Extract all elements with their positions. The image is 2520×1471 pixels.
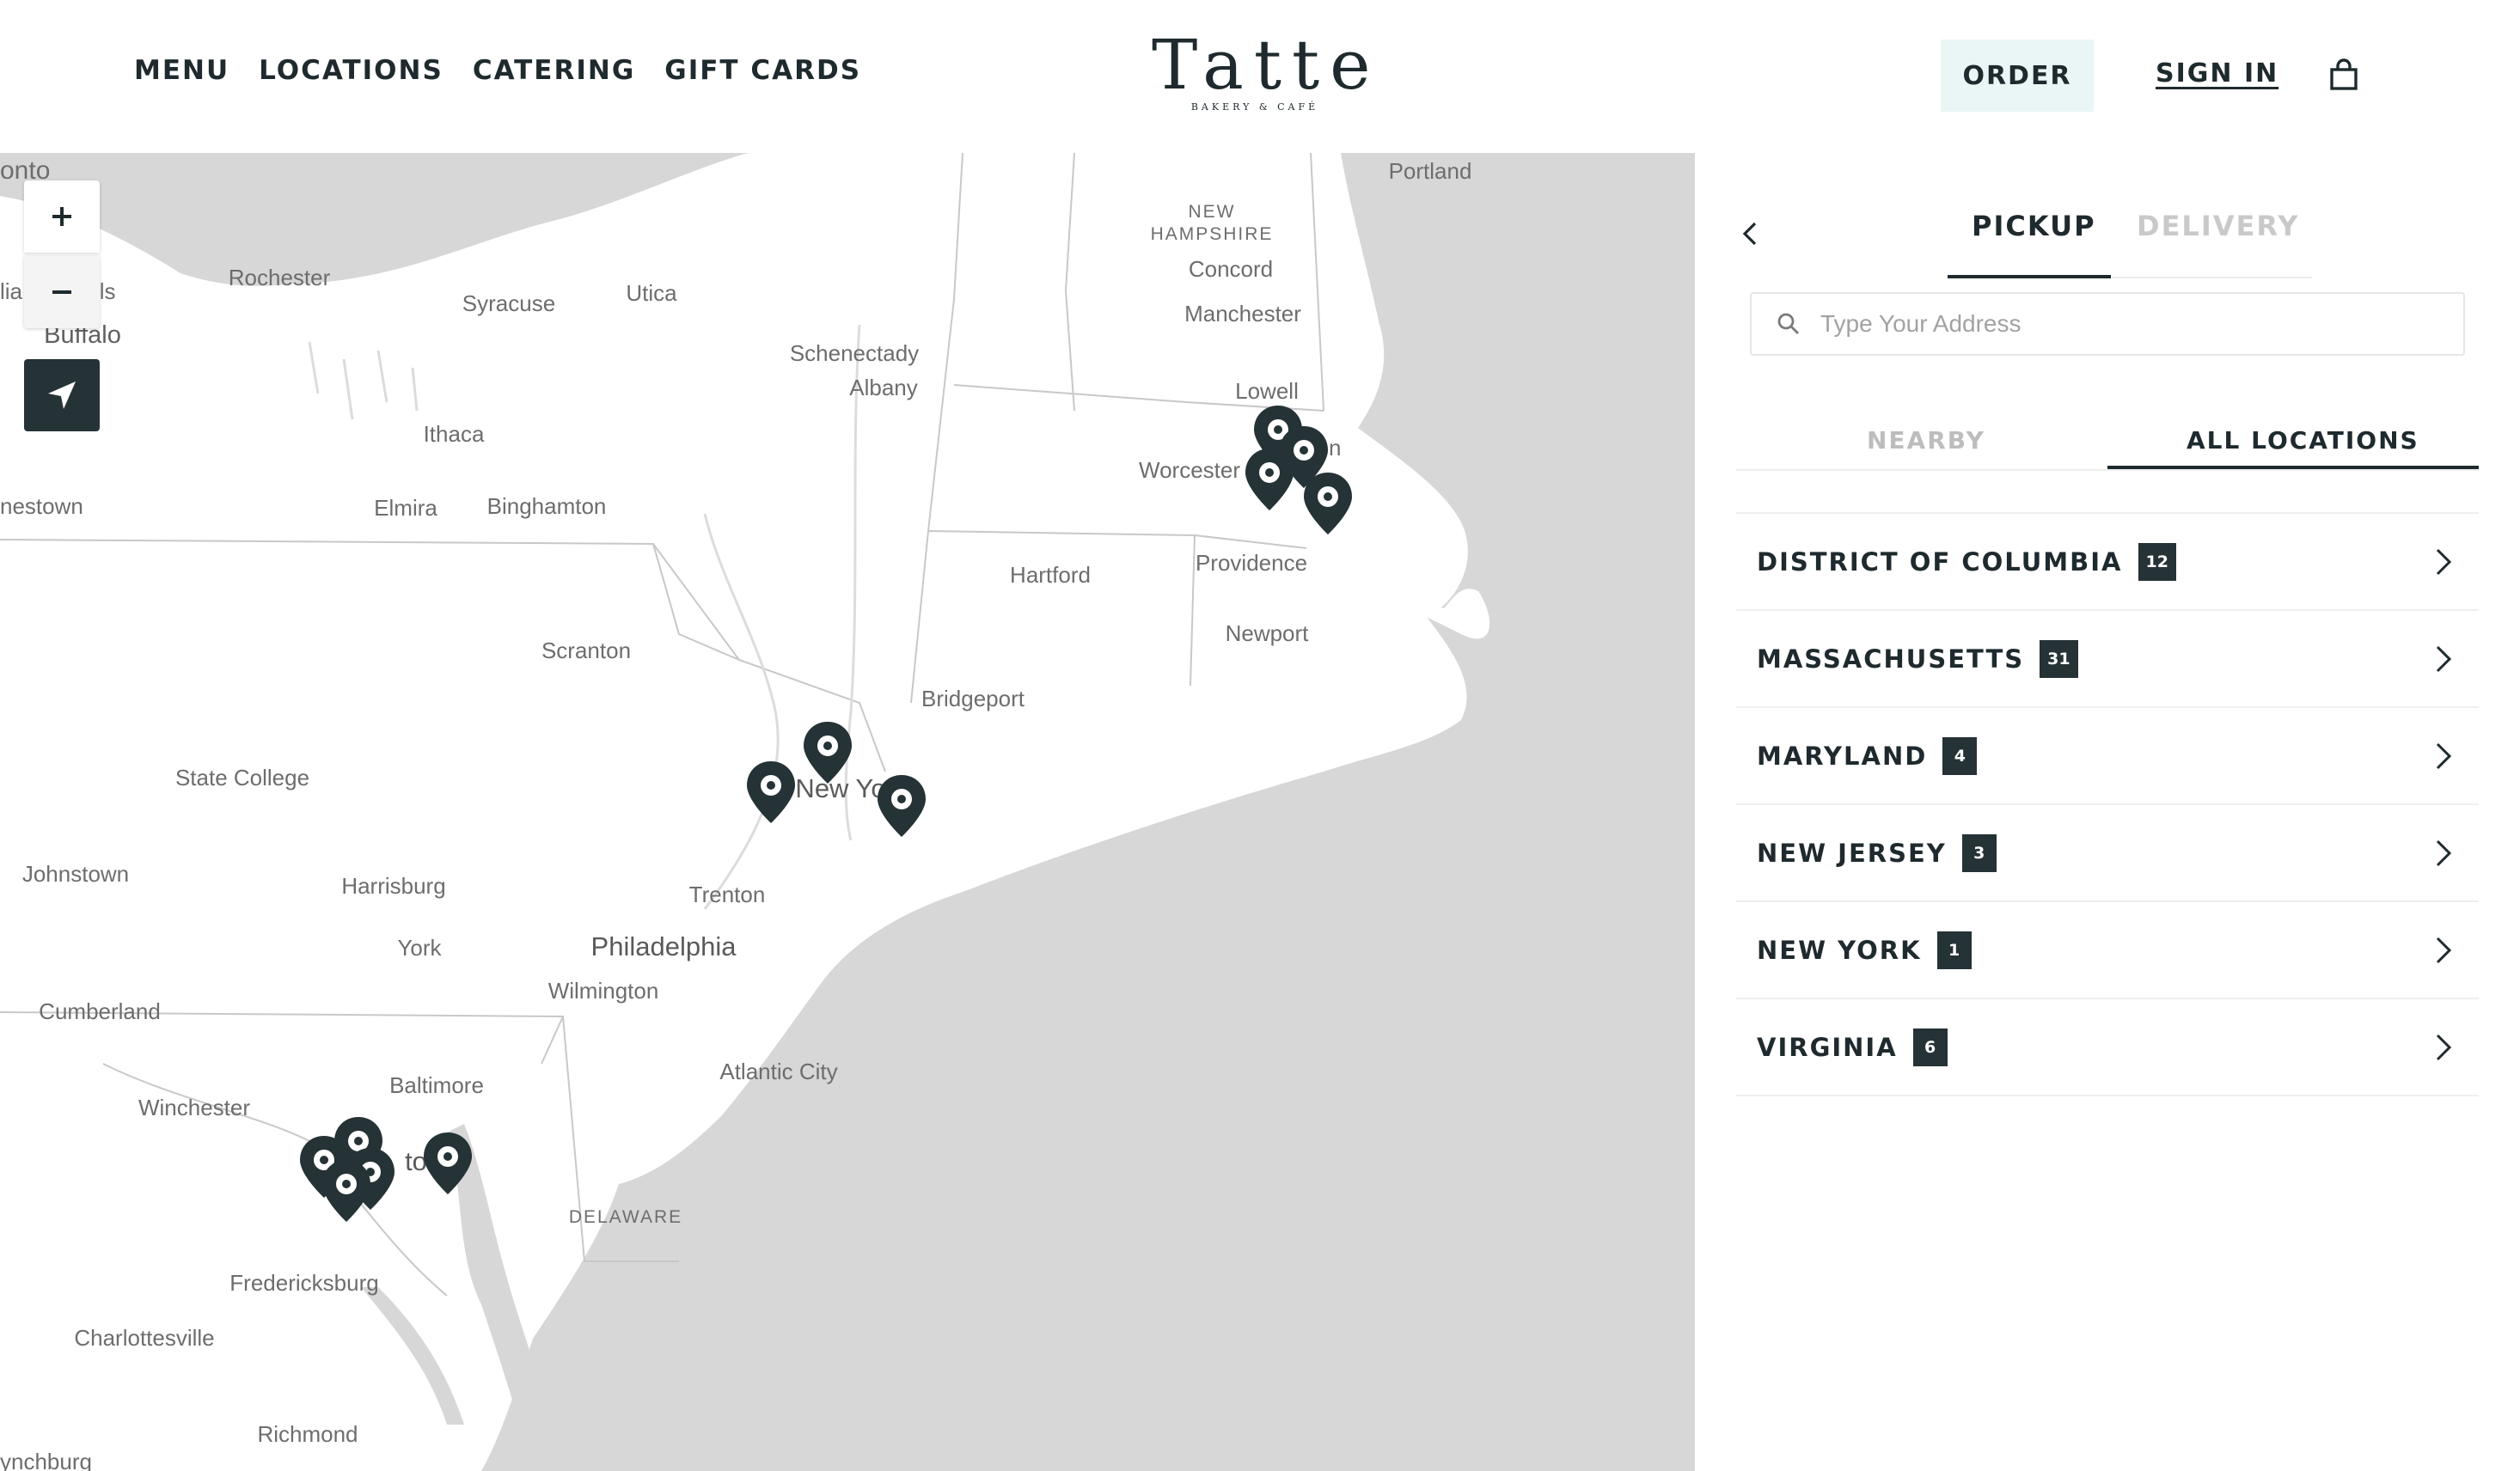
chevron-right-icon — [2436, 548, 2452, 576]
state-row-virginia[interactable]: VIRGINIA 6 — [1736, 999, 2479, 1096]
chevron-right-icon — [2436, 742, 2452, 770]
state-name: VIRGINIA — [1757, 1032, 1898, 1062]
zoom-out-button[interactable] — [24, 256, 100, 328]
nav-menu-link[interactable]: MENU — [134, 55, 229, 86]
chevron-right-icon — [2436, 1034, 2452, 1061]
nav-locations-link[interactable]: LOCATIONS — [259, 55, 443, 86]
tab-nearby[interactable]: NEARBY — [1867, 426, 1985, 455]
map-label-wilmington: Wilmington — [547, 978, 659, 1004]
map-label-utica: Utica — [626, 280, 677, 306]
map-label-richmond: Richmond — [257, 1421, 358, 1447]
tab-all-locations[interactable]: ALL LOCATIONS — [2187, 426, 2419, 455]
map-label-charlottesville: Charlottesville — [74, 1325, 215, 1351]
location-count-badge: 1 — [1936, 931, 1972, 969]
map-marker[interactable] — [801, 720, 854, 785]
state-list: DISTRICT OF COLUMBIA 12 MASSACHUSETTS 31… — [1736, 512, 2479, 1096]
state-name: DISTRICT OF COLUMBIA — [1757, 546, 2123, 577]
map-label-state-college: State College — [174, 765, 310, 790]
map-label-albany: Albany — [849, 375, 918, 400]
map-label-cumberland: Cumberland — [39, 998, 161, 1024]
map-label-lowell: Lowell — [1235, 378, 1299, 404]
chevron-right-icon — [2436, 839, 2452, 867]
map-label-manchester: Manchester — [1184, 301, 1301, 327]
state-row-new-jersey[interactable]: NEW JERSEY 3 — [1736, 805, 2479, 902]
location-count-badge: 3 — [1961, 833, 1997, 872]
map-label-fredericksburg: Fredericksburg — [229, 1270, 379, 1296]
map-label-york: York — [397, 935, 442, 961]
sign-in-link[interactable]: SIGN IN — [2156, 58, 2278, 89]
map-label-scranton: Scranton — [541, 638, 632, 663]
map-label-elmira: Elmira — [374, 495, 437, 521]
map-marker[interactable] — [1301, 471, 1355, 536]
map-label-syracuse: Syracuse — [462, 290, 556, 316]
navigation-arrow-icon — [48, 381, 76, 409]
map-label-johnstown: Johnstown — [21, 861, 130, 887]
order-button[interactable]: ORDER — [1941, 40, 2094, 112]
map-label-trenton: Trenton — [688, 882, 766, 907]
map-label-baltimore: Baltimore — [389, 1072, 484, 1098]
map-label-bridgeport: Bridgeport — [921, 686, 1025, 711]
state-row-district-of-columbia[interactable]: DISTRICT OF COLUMBIA 12 — [1736, 514, 2479, 611]
map-label-rochester: Rochester — [228, 265, 331, 290]
map-marker[interactable] — [875, 773, 928, 839]
map-marker[interactable] — [1243, 447, 1296, 512]
map-label-jamestown: nestown — [0, 493, 83, 519]
map-label-philadelphia: Philadelphia — [590, 931, 737, 961]
map-marker[interactable] — [320, 1158, 373, 1224]
map-label-delaware: DELAWARE — [568, 1207, 683, 1227]
map-label-binghamton: Binghamton — [486, 493, 607, 519]
state-name: MASSACHUSETTS — [1757, 644, 2025, 674]
nav-catering-link[interactable]: CATERING — [473, 55, 635, 86]
chevron-right-icon — [2436, 937, 2452, 964]
map-label-portland: Portland — [1388, 158, 1472, 184]
state-row-maryland[interactable]: MARYLAND 4 — [1736, 708, 2479, 805]
map-label-boston: n — [1329, 435, 1342, 461]
chevron-right-icon — [2436, 645, 2452, 673]
nav-gift-cards-link[interactable]: GIFT CARDS — [664, 55, 861, 86]
logo-wordmark: Tatte — [1152, 25, 1381, 105]
subtabs-divider — [1736, 469, 2479, 471]
map-marker[interactable] — [744, 760, 798, 825]
state-row-massachusetts[interactable]: MASSACHUSETTS 31 — [1736, 611, 2479, 708]
search-icon — [1777, 313, 1799, 334]
location-count-badge: 12 — [2138, 542, 2176, 581]
address-search-input[interactable] — [1820, 310, 2439, 338]
map-marker[interactable] — [421, 1131, 474, 1196]
state-name: NEW YORK — [1757, 935, 1922, 965]
locations-map[interactable]: onto Rochester Syracuse Utica lia lls Bu… — [0, 153, 1695, 1471]
locate-me-button[interactable] — [24, 359, 100, 431]
minus-icon — [52, 290, 71, 294]
map-label-niagara: lia — [0, 278, 23, 304]
map-label-hartford: Hartford — [1010, 562, 1091, 588]
map-label-newport: Newport — [1225, 620, 1309, 646]
location-count-badge: 6 — [1912, 1028, 1948, 1066]
map-label-atlantic-city: Atlantic City — [719, 1059, 838, 1084]
location-count-badge: 31 — [2040, 639, 2078, 678]
zoom-in-button[interactable] — [24, 180, 100, 253]
subtab-active-indicator — [2107, 466, 2479, 469]
map-label-worcester: Worcester — [1139, 457, 1240, 483]
map-label-winchester: Winchester — [138, 1095, 251, 1120]
tab-pickup[interactable]: PICKUP — [1972, 210, 2096, 242]
shopping-bag-icon[interactable] — [2329, 58, 2358, 91]
tatte-logo[interactable]: Tatte BAKERY & CAFÉ — [1152, 25, 1381, 113]
address-search — [1750, 292, 2465, 356]
mode-tab-active-indicator — [1948, 275, 2111, 278]
map-label-ithaca: Ithaca — [423, 421, 485, 447]
state-name: MARYLAND — [1757, 741, 1928, 771]
location-count-badge: 4 — [1942, 736, 1978, 775]
map-label-concord: Concord — [1188, 256, 1274, 282]
plus-icon — [52, 207, 71, 226]
map-label-new-hampshire: NEW HAMPSHIRE — [1150, 202, 1274, 244]
site-header: MENU LOCATIONS CATERING GIFT CARDS Tatte… — [0, 0, 2520, 153]
state-row-new-york[interactable]: NEW YORK 1 — [1736, 902, 2479, 999]
tab-delivery[interactable]: DELIVERY — [2137, 210, 2299, 242]
chevron-left-icon[interactable] — [1738, 218, 1764, 249]
main-nav: MENU LOCATIONS CATERING GIFT CARDS — [134, 55, 861, 86]
map-label-providence: Providence — [1195, 550, 1308, 576]
map-label-harrisburg: Harrisburg — [341, 873, 446, 899]
map-label-lynchburg: ynchburg — [0, 1449, 92, 1471]
state-name: NEW JERSEY — [1757, 838, 1947, 868]
map-label-schenectady: Schenectady — [789, 340, 920, 366]
